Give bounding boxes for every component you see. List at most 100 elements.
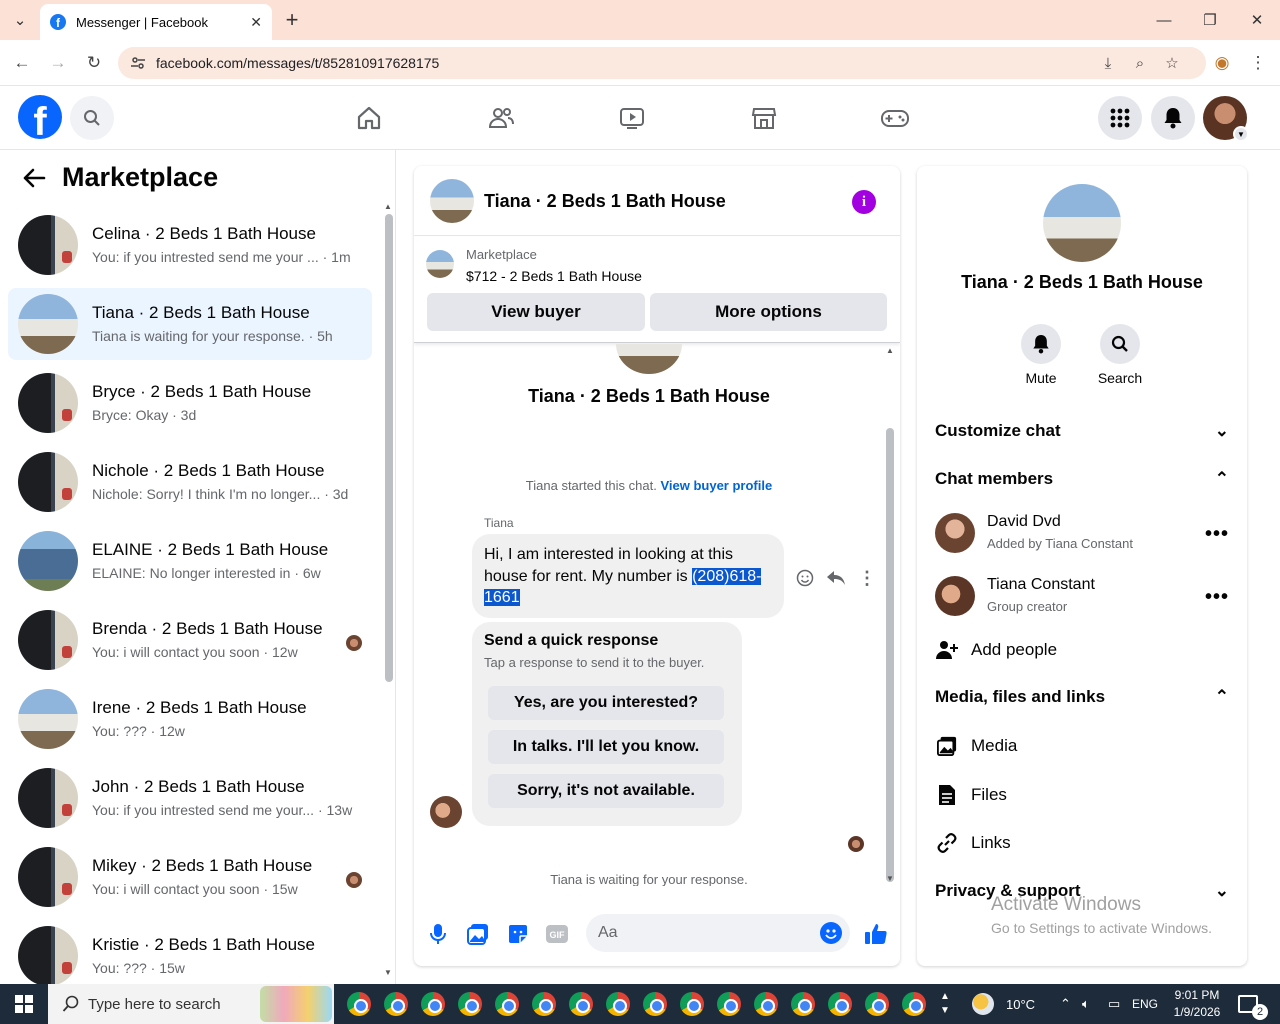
new-tab-icon[interactable]: + [280,7,304,32]
nav-marketplace[interactable] [746,100,782,136]
network-icon[interactable]: ▭ [1108,984,1120,1024]
customize-chat-section[interactable]: Customize chat ⌄ [935,421,1229,441]
thread-scrollbar[interactable]: ▲ ▼ [884,346,896,886]
view-buyer-profile-link[interactable]: View buyer profile [660,478,772,493]
reload-icon[interactable]: ↻ [82,51,106,75]
sender-avatar[interactable] [430,796,462,828]
chrome-window-icon[interactable] [902,992,926,1016]
conversation-item[interactable]: John · 2 Beds 1 Bath House You: if you in… [8,762,372,834]
nav-home[interactable] [351,100,387,136]
media-files-links-section[interactable]: Media, files and links ⌃ [935,687,1229,707]
minimize-icon[interactable]: — [1152,8,1176,32]
weather-widget[interactable]: 10°C [972,984,1035,1024]
clock[interactable]: 9:01 PM 1/9/2026 [1162,987,1232,1021]
close-window-icon[interactable]: ✕ [1245,8,1269,32]
forward-icon[interactable]: → [46,51,70,75]
language-indicator[interactable]: ENG [1132,984,1158,1024]
conversation-item[interactable]: Nichole · 2 Beds 1 Bath House Nichole: So… [8,446,372,518]
add-people-button[interactable]: Add people [935,635,1229,665]
chat-title[interactable]: Tiana · 2 Beds 1 Bath House [484,191,726,212]
back-icon[interactable]: ← [10,51,34,75]
more-actions-icon[interactable]: ⋮ [857,568,877,588]
close-tab-icon[interactable]: ✕ [250,14,262,31]
gif-icon[interactable]: GIF [545,922,569,946]
account-avatar[interactable]: ▼ [1203,96,1249,142]
microphone-icon[interactable] [426,922,450,946]
react-emoji-icon[interactable] [795,568,815,588]
chrome-window-icon[interactable] [828,992,852,1016]
chat-avatar[interactable] [430,179,474,223]
conversation-item[interactable]: Irene · 2 Beds 1 Bath House You: ??? · 12… [8,683,372,755]
fb-search-button[interactable] [70,96,114,140]
conversation-item[interactable]: Mikey · 2 Beds 1 Bath House You: i will c… [8,841,372,913]
notification-center[interactable]: 2 [1238,984,1268,1024]
start-button[interactable] [0,984,48,1024]
notifications-button[interactable] [1151,96,1195,140]
more-options-button[interactable]: More options [650,293,887,331]
chrome-window-icon[interactable] [495,992,519,1016]
conversation-item[interactable]: Bryce · 2 Beds 1 Bath House Bryce: Okay ·… [8,367,372,439]
bookmark-star-icon[interactable]: ☆ [1162,53,1182,73]
chrome-window-icon[interactable] [458,992,482,1016]
chrome-window-icon[interactable] [643,992,667,1016]
profile-icon[interactable]: ◉ [1210,51,1234,75]
install-app-icon[interactable]: ⤓ [1098,53,1118,73]
chat-members-section[interactable]: Chat members ⌃ [935,469,1229,489]
listing-price[interactable]: $712 - 2 Beds 1 Bath House [466,268,642,284]
chrome-window-icon[interactable] [532,992,556,1016]
nav-gaming[interactable] [877,100,913,136]
chrome-window-icon[interactable] [791,992,815,1016]
chrome-window-icon[interactable] [865,992,889,1016]
volume-icon[interactable]: 🔈︎ [1082,984,1090,1024]
browser-menu-icon[interactable]: ⋮ [1246,51,1270,75]
tray-chevron-icon[interactable]: ⌃ [1060,984,1071,1024]
list-scrollbar-thumb[interactable] [385,214,393,682]
menu-grid-button[interactable] [1098,96,1142,140]
nav-video[interactable] [614,100,650,136]
quick-reply-interested[interactable]: Yes, are you interested? [488,686,724,720]
conversation-item[interactable]: Tiana · 2 Beds 1 Bath House Tiana is wait… [8,288,372,360]
chrome-window-icon[interactable] [569,992,593,1016]
list-scrollbar[interactable]: ▲ ▼ [384,202,393,978]
emoji-picker-icon[interactable] [820,922,842,944]
view-buyer-button[interactable]: View buyer [427,293,645,331]
message-bubble[interactable]: Hi, I am interested in looking at this h… [472,534,784,618]
conversation-item[interactable]: ELAINE · 2 Beds 1 Bath House ELAINE: No l… [8,525,372,597]
chrome-window-icon[interactable] [384,992,408,1016]
search-in-chat-button[interactable]: Search [1090,324,1150,386]
browser-tab[interactable]: f Messenger | Facebook ✕ [40,4,272,40]
quick-reply-in-talks[interactable]: In talks. I'll let you know. [488,730,724,764]
chrome-window-icon[interactable] [347,992,371,1016]
chrome-window-icon[interactable] [421,992,445,1016]
chrome-window-icon[interactable] [680,992,704,1016]
thread-scrollbar-thumb[interactable] [886,428,894,882]
tab-list-icon[interactable]: ⌄ [8,8,32,32]
facebook-logo-icon[interactable]: f [18,95,62,139]
conversation-item[interactable]: Kristie · 2 Beds 1 Bath House You: ??? · … [8,920,372,984]
links-item[interactable]: Links [935,828,1229,858]
back-arrow-icon[interactable] [22,167,50,189]
info-icon[interactable]: i [852,190,876,214]
files-item[interactable]: Files [935,780,1229,810]
chrome-window-icon[interactable] [754,992,778,1016]
zoom-icon[interactable]: ⌕ [1130,53,1150,73]
quick-reply-not-available[interactable]: Sorry, it's not available. [488,774,724,808]
photo-attach-icon[interactable] [466,922,490,946]
restore-icon[interactable]: ❐ [1198,8,1222,32]
conversation-item[interactable]: Brenda · 2 Beds 1 Bath House You: i will … [8,604,372,676]
sticker-icon[interactable] [506,922,530,946]
mute-button[interactable]: Mute [1011,324,1071,386]
member-row[interactable]: David Dvd Added by Tiana Constant ••• [935,507,1229,559]
reply-icon[interactable] [826,568,846,588]
site-info-icon[interactable] [130,55,146,71]
nav-friends[interactable] [483,100,519,136]
member-options-icon[interactable]: ••• [1205,586,1229,609]
taskbar-scroll[interactable]: ▲ ▼ [940,984,950,1024]
url-field[interactable]: facebook.com/messages/t/852810917628175 … [118,47,1206,79]
chrome-window-icon[interactable] [606,992,630,1016]
taskbar-search[interactable]: Type here to search [48,984,334,1024]
media-item[interactable]: Media [935,731,1229,761]
member-options-icon[interactable]: ••• [1205,523,1229,546]
listing-thumbnail[interactable] [426,250,454,278]
message-input[interactable]: Aa [586,914,850,952]
